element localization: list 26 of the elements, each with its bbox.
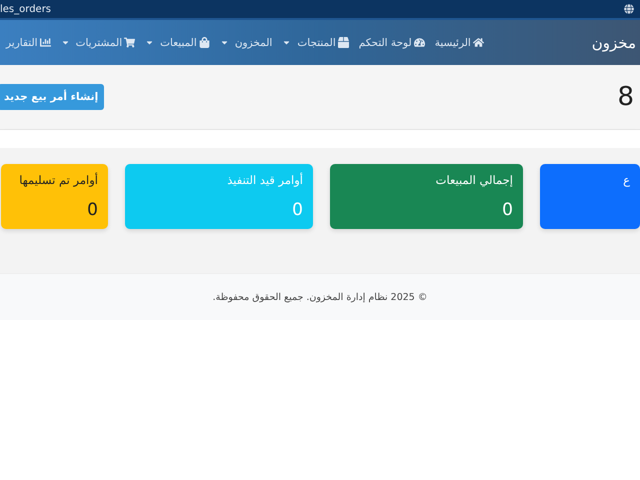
nav-link[interactable]: لوحة التحكم xyxy=(358,36,425,48)
gauge-icon xyxy=(414,37,425,48)
home-icon xyxy=(472,37,484,48)
nav-link[interactable]: المبيعات xyxy=(145,36,210,48)
card-value: 0 xyxy=(291,200,303,220)
nav-link[interactable]: التقارير xyxy=(6,36,51,48)
nav-link[interactable]: المنتجات xyxy=(282,36,349,48)
card-title: أوامر قيد التنفيذ xyxy=(226,173,303,187)
nav-link[interactable]: المشتريات xyxy=(60,36,136,48)
card-title: إجمالي المبيعات xyxy=(434,173,513,187)
chart-icon xyxy=(40,37,51,48)
create-order-button[interactable]: إنشاء أمر بيع جديد xyxy=(0,84,104,110)
nav-link[interactable]: الرئيسية xyxy=(434,36,484,48)
globe-icon[interactable] xyxy=(624,4,634,14)
copyright-text: © 2025 نظام إدارة المخزون. جميع الحقوق محفوظة. xyxy=(212,292,428,302)
page-title: les_orders xyxy=(0,4,52,14)
box-icon xyxy=(338,37,349,48)
brand-name[interactable]: مخزون xyxy=(592,34,636,52)
cart-icon xyxy=(124,37,136,48)
card-value: 0 xyxy=(501,200,513,220)
nav-link[interactable]: المخزون xyxy=(220,36,272,48)
card-title: ع xyxy=(622,173,630,187)
card-title: أوامر تم تسليمها xyxy=(18,173,98,187)
bag-icon xyxy=(198,37,210,48)
card-value: 0 xyxy=(86,200,98,220)
page-heading: 8 xyxy=(617,82,634,112)
